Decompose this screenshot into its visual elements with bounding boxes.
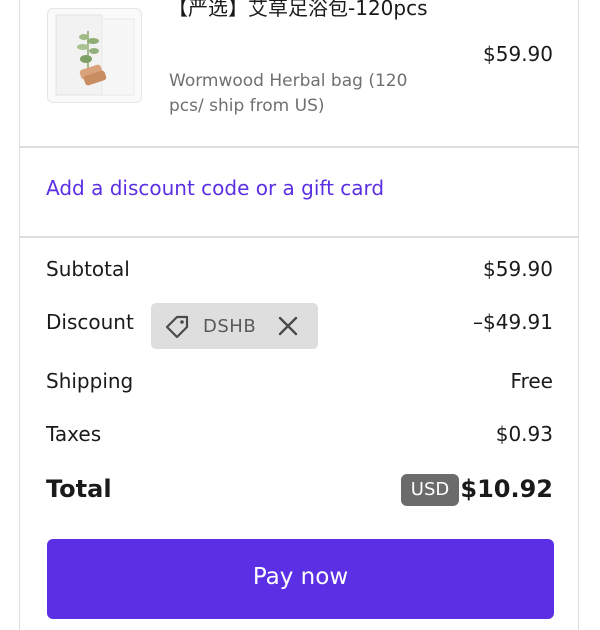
close-icon[interactable]: [276, 314, 300, 338]
discount-value: –$49.91: [473, 310, 553, 334]
shipping-label: Shipping: [46, 369, 134, 393]
product-thumbnail: [47, 8, 142, 103]
order-summary-card: 【严选】艾草足浴包-120pcs Wormwood Herbal bag (12…: [19, 0, 579, 630]
product-price: $59.90: [483, 42, 553, 66]
pay-now-button[interactable]: Pay now: [47, 539, 554, 619]
subtotal-value: $59.90: [483, 257, 553, 281]
taxes-value: $0.93: [495, 422, 553, 446]
currency-badge: USD: [401, 474, 459, 506]
product-variant: Wormwood Herbal bag (120 pcs/ ship from …: [169, 71, 408, 116]
divider: [20, 146, 578, 148]
shipping-value: Free: [510, 369, 553, 393]
taxes-label: Taxes: [46, 422, 102, 446]
subtotal-label: Subtotal: [46, 257, 130, 281]
product-title: 【严选】艾草足浴包-120pcs: [168, 0, 428, 20]
total-value: $10.92: [460, 475, 553, 503]
total-label: Total: [46, 475, 112, 503]
add-discount-link[interactable]: Add a discount code or a gift card: [46, 176, 384, 200]
discount-label: Discount: [46, 310, 134, 334]
discount-code: DSHB: [203, 316, 257, 337]
line-item: 【严选】艾草足浴包-120pcs Wormwood Herbal bag (12…: [20, 0, 578, 146]
tag-icon: [165, 315, 189, 339]
product-image: [55, 14, 135, 96]
discount-code-tag: DSHB: [151, 303, 318, 349]
divider: [20, 236, 578, 238]
